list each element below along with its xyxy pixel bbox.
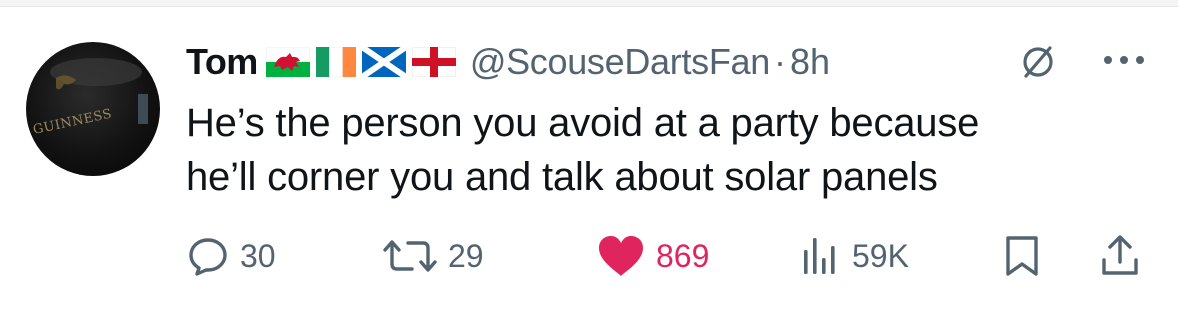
timestamp[interactable]: 8h <box>790 41 830 83</box>
bookmark-icon <box>1006 236 1038 276</box>
views-chart-icon <box>804 238 835 274</box>
views-button[interactable]: 59K <box>798 226 909 286</box>
user-handle[interactable]: @ScouseDartsFan <box>470 41 770 83</box>
avatar[interactable]: GUINNESS <box>26 42 160 176</box>
flag-emojis <box>265 47 456 77</box>
wales-flag-icon <box>265 47 310 77</box>
ireland-flag-icon <box>315 47 356 77</box>
retweet-icon <box>383 240 437 272</box>
tweet-header: Tom @ScouseDartsFan · 8h <box>186 36 830 88</box>
retweet-count: 29 <box>448 237 484 274</box>
tweet-text-line: He’s the person you avoid at a party bec… <box>186 101 980 145</box>
tweet[interactable]: GUINNESS Tom @ScouseDartsFan · 8h He’s t… <box>0 0 1178 319</box>
grok-icon[interactable] <box>1018 42 1058 82</box>
share-icon <box>1102 235 1138 275</box>
bookmark-button[interactable] <box>1002 226 1042 286</box>
view-count: 59K <box>852 237 909 274</box>
more-options-icon[interactable] <box>1102 54 1146 66</box>
separator-dot: · <box>774 41 786 82</box>
like-button[interactable]: 869 <box>596 226 709 286</box>
like-count: 869 <box>656 237 710 274</box>
avatar-label: GUINNESS <box>32 107 114 138</box>
reply-button[interactable]: 30 <box>186 226 276 286</box>
display-name[interactable]: Tom <box>186 41 258 83</box>
tweet-text-line: he’ll corner you and talk about solar pa… <box>186 155 938 199</box>
heart-filled-icon <box>599 236 643 276</box>
tweet-text: He’s the person you avoid at a party bec… <box>186 96 1146 204</box>
england-flag-icon <box>411 47 456 77</box>
action-bar: 30 29 869 59K <box>0 226 1178 286</box>
share-button[interactable] <box>1098 226 1142 286</box>
reply-count: 30 <box>240 237 276 274</box>
reply-icon <box>189 238 227 276</box>
scotland-flag-icon <box>361 47 406 77</box>
retweet-button[interactable]: 29 <box>382 226 484 286</box>
